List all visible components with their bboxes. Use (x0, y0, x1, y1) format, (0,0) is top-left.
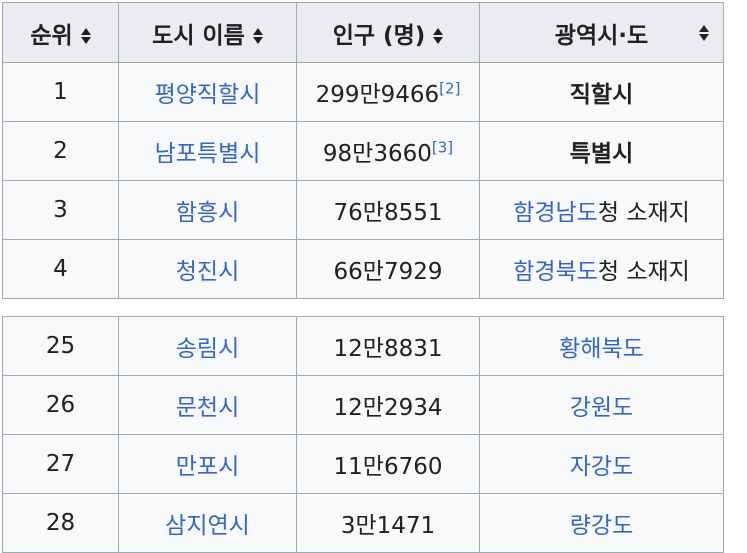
population-cell: 66만7929 (296, 239, 480, 299)
province-cell: 황해북도 (479, 316, 724, 376)
table-row: 25 송림시 12만8831 황해북도 (2, 316, 724, 376)
city-cell: 삼지연시 (118, 493, 297, 553)
province-link[interactable]: 량강도 (570, 513, 633, 539)
rank-cell: 26 (2, 375, 119, 435)
city-link[interactable]: 삼지연시 (165, 513, 250, 539)
city-population-table-view: 순위 도시 이름 인구 (명) 광역시·도 1 평양직할시 299만9466[2… (0, 0, 747, 553)
city-cell: 함흥시 (118, 180, 297, 240)
population-cell: 98만3660[3] (296, 121, 480, 181)
province-cell: 자강도 (479, 434, 724, 494)
rank-cell: 2 (2, 121, 119, 181)
province-type: 직할시 (569, 82, 634, 108)
city-link[interactable]: 함흥시 (176, 200, 239, 226)
population-value: 299만9466 (315, 82, 440, 108)
table-row: 3 함흥시 76만8551 함경남도청 소재지 (2, 180, 724, 240)
city-link[interactable]: 평양직할시 (155, 82, 261, 108)
province-suffix: 청 소재지 (597, 259, 690, 285)
population-cell: 12만2934 (296, 375, 480, 435)
header-city-label: 도시 이름 (152, 22, 245, 49)
rank-cell: 27 (2, 434, 119, 494)
population-table-bottom: 25 송림시 12만8831 황해북도 26 문천시 12만2934 강원도 2… (2, 316, 724, 553)
city-cell: 청진시 (118, 239, 297, 299)
city-cell: 남포특별시 (118, 121, 297, 181)
province-cell: 량강도 (479, 493, 724, 553)
population-cell: 299만9466[2] (296, 62, 480, 122)
header-rank-label: 순위 (30, 22, 73, 49)
sort-updown-icon[interactable] (433, 27, 444, 45)
population-cell: 12만8831 (296, 316, 480, 376)
city-cell: 문천시 (118, 375, 297, 435)
province-cell: 강원도 (479, 375, 724, 435)
table-row: 2 남포특별시 98만3660[3] 특별시 (2, 121, 724, 181)
city-link[interactable]: 청진시 (176, 259, 239, 285)
population-cell: 11만6760 (296, 434, 480, 494)
header-population-label: 인구 (명) (332, 22, 426, 49)
table-row: 4 청진시 66만7929 함경북도청 소재지 (2, 239, 724, 299)
population-table-top: 순위 도시 이름 인구 (명) 광역시·도 1 평양직할시 299만9466[2… (2, 2, 724, 299)
city-link[interactable]: 문천시 (176, 395, 239, 421)
sort-updown-icon[interactable] (699, 24, 709, 42)
header-city[interactable]: 도시 이름 (118, 2, 297, 63)
province-cell: 특별시 (479, 121, 724, 181)
province-cell: 직할시 (479, 62, 724, 122)
city-link[interactable]: 송림시 (176, 336, 239, 362)
rank-cell: 28 (2, 493, 119, 553)
province-link[interactable]: 함경남도 (513, 200, 598, 226)
province-cell: 함경북도청 소재지 (479, 239, 724, 299)
population-value: 98만3660 (322, 141, 432, 167)
province-link[interactable]: 강원도 (570, 395, 633, 421)
rank-cell: 1 (2, 62, 119, 122)
province-cell: 함경남도청 소재지 (479, 180, 724, 240)
province-link[interactable]: 함경북도 (513, 259, 598, 285)
province-link[interactable]: 자강도 (570, 454, 633, 480)
header-row: 순위 도시 이름 인구 (명) 광역시·도 (2, 2, 724, 63)
table-row: 28 삼지연시 3만1471 량강도 (2, 493, 724, 553)
city-link[interactable]: 만포시 (176, 454, 239, 480)
table-row: 26 문천시 12만2934 강원도 (2, 375, 724, 435)
province-suffix: 청 소재지 (597, 200, 690, 226)
rank-cell: 25 (2, 316, 119, 376)
rank-cell: 4 (2, 239, 119, 299)
city-cell: 만포시 (118, 434, 297, 494)
rank-cell: 3 (2, 180, 119, 240)
reference-link[interactable]: [3] (432, 138, 453, 156)
reference-link[interactable]: [2] (439, 79, 460, 97)
population-cell: 3만1471 (296, 493, 480, 553)
sort-updown-icon[interactable] (80, 27, 91, 45)
table-row: 27 만포시 11만6760 자강도 (2, 434, 724, 494)
header-province-label: 광역시·도 (554, 22, 649, 49)
table-row: 1 평양직할시 299만9466[2] 직할시 (2, 62, 724, 122)
sort-updown-icon[interactable] (252, 27, 263, 45)
province-link[interactable]: 황해북도 (559, 336, 644, 362)
header-rank[interactable]: 순위 (2, 2, 119, 63)
city-cell: 평양직할시 (118, 62, 297, 122)
header-province[interactable]: 광역시·도 (479, 2, 724, 63)
population-cell: 76만8551 (296, 180, 480, 240)
province-type: 특별시 (569, 141, 634, 167)
header-population[interactable]: 인구 (명) (296, 2, 480, 63)
city-link[interactable]: 남포특별시 (155, 141, 261, 167)
city-cell: 송림시 (118, 316, 297, 376)
